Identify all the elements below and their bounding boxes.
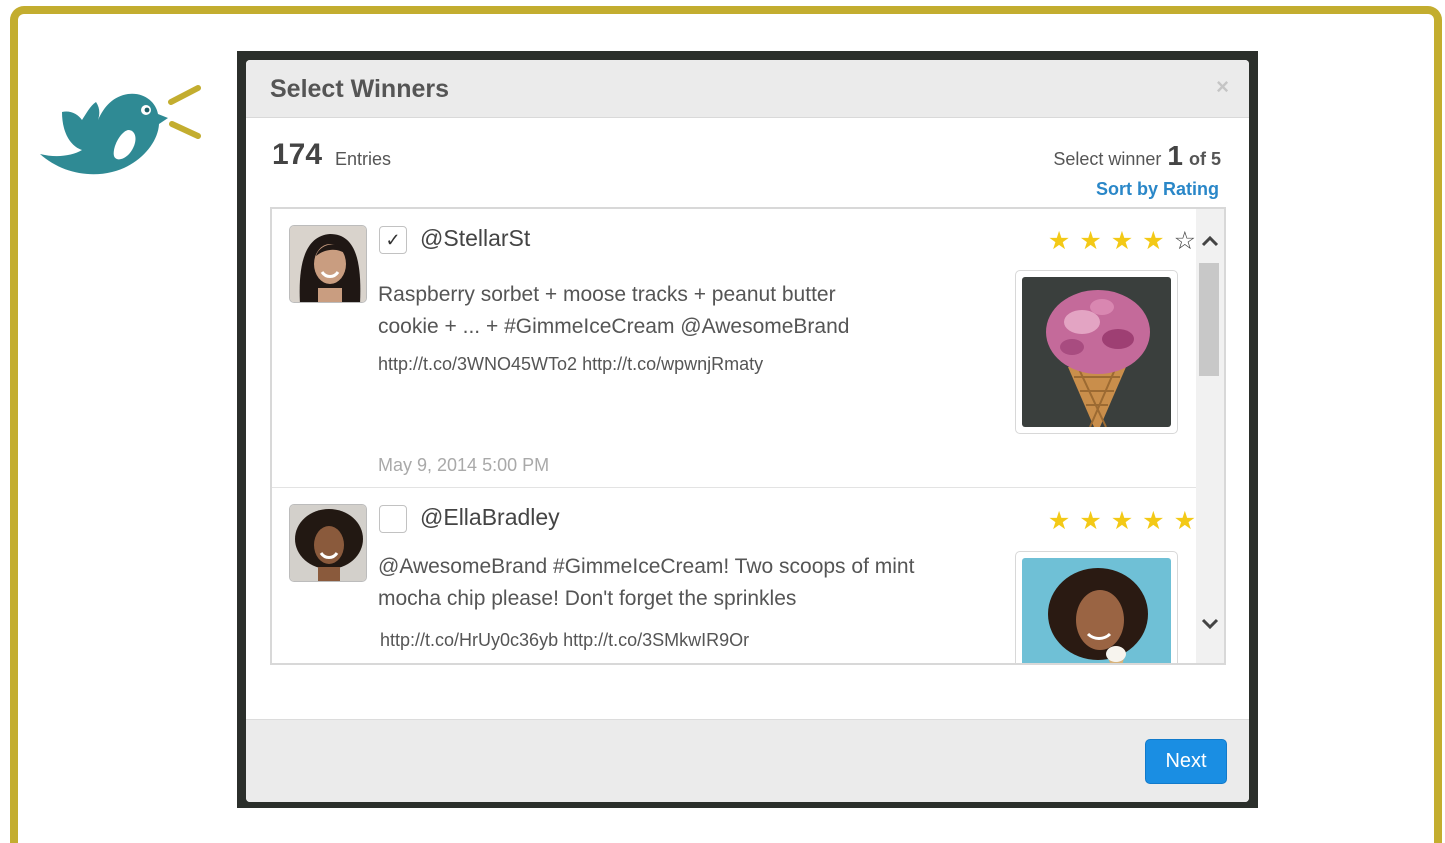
modal-footer: Next	[246, 719, 1249, 802]
avatar-woman-icon	[290, 226, 366, 302]
rating-stars[interactable]: ★ ★ ★ ★ ★	[1048, 509, 1196, 534]
tweet-line: cookie + ... + #GimmeIceCream @AwesomeBr…	[378, 315, 850, 338]
star-icon[interactable]: ★	[1111, 229, 1133, 254]
ice-cream-cone-photo[interactable]	[1015, 270, 1178, 434]
avatar-woman-icon	[290, 505, 366, 581]
star-outline-icon[interactable]: ☆	[1174, 229, 1196, 254]
list-item: @EllaBradley ★ ★ ★ ★ ★ @AwesomeBrand #Gi…	[272, 488, 1196, 663]
total-winners: of 5	[1188, 149, 1221, 169]
current-winner-number: 1	[1167, 140, 1183, 171]
entries-summary: 174 Entries Select winner 1 of 5 Sort by…	[246, 118, 1249, 208]
woman-with-ice-cream-photo[interactable]	[1015, 551, 1178, 663]
bird-logo-icon	[40, 85, 201, 175]
tweet-line: Raspberry sorbet + moose tracks + peanut…	[378, 283, 836, 306]
avatar	[289, 225, 367, 303]
select-winner-label: Select winner	[1053, 149, 1162, 169]
avatar	[289, 504, 367, 582]
entry-handle: @EllaBradley	[420, 504, 560, 530]
tweet-date: May 9, 2014 5:00 PM	[378, 455, 550, 475]
chevron-up-icon[interactable]	[1196, 231, 1224, 252]
tweet-line: @AwesomeBrand #GimmeIceCream! Two scoops…	[378, 555, 915, 578]
entries-count: 174	[272, 138, 323, 171]
entries-scrollbar[interactable]	[1196, 209, 1224, 663]
tweet-text: Raspberry sorbet + moose tracks + peanut…	[378, 279, 908, 343]
tweet-line: mocha chip please! Don't forget the spri…	[378, 587, 797, 610]
select-entry-checkbox[interactable]: ✓	[379, 226, 407, 254]
sort-by-rating-link[interactable]: Sort by Rating	[1096, 179, 1219, 200]
next-button[interactable]: Next	[1145, 739, 1227, 784]
chevron-down-icon[interactable]	[1196, 614, 1224, 635]
tweet-links: http://t.co/3WNO45WTo2 http://t.co/wpwnj…	[378, 354, 764, 374]
select-winners-modal: Select Winners × 174 Entries Select winn…	[246, 60, 1249, 802]
entries-list: ✓ @StellarSt ★ ★ ★ ★ ☆ Raspberry sorbet …	[270, 207, 1226, 665]
entry-handle: @StellarSt	[420, 225, 531, 251]
woman-ice-cream-image	[1022, 558, 1171, 663]
star-icon[interactable]: ★	[1174, 509, 1196, 534]
ice-cream-image	[1022, 277, 1171, 427]
star-icon[interactable]: ★	[1048, 229, 1070, 254]
star-icon[interactable]: ★	[1142, 509, 1164, 534]
star-icon[interactable]: ★	[1079, 509, 1101, 534]
select-entry-checkbox[interactable]	[379, 505, 407, 533]
rating-stars[interactable]: ★ ★ ★ ★ ☆	[1048, 229, 1196, 254]
modal-header: Select Winners ×	[246, 60, 1249, 118]
close-button[interactable]: ×	[1216, 74, 1229, 100]
winner-progress: Select winner 1 of 5	[1053, 140, 1221, 172]
scrollbar-thumb[interactable]	[1199, 263, 1219, 376]
tweet-text: @AwesomeBrand #GimmeIceCream! Two scoops…	[378, 551, 998, 615]
list-item: ✓ @StellarSt ★ ★ ★ ★ ☆ Raspberry sorbet …	[272, 209, 1196, 488]
star-icon[interactable]: ★	[1111, 509, 1133, 534]
star-icon[interactable]: ★	[1142, 229, 1164, 254]
star-icon[interactable]: ★	[1079, 229, 1101, 254]
entries-label: Entries	[335, 149, 392, 169]
star-icon[interactable]: ★	[1048, 509, 1070, 534]
tweet-links: http://t.co/HrUy0c36yb http://t.co/3SMkw…	[380, 630, 750, 650]
modal-title: Select Winners	[270, 75, 450, 103]
